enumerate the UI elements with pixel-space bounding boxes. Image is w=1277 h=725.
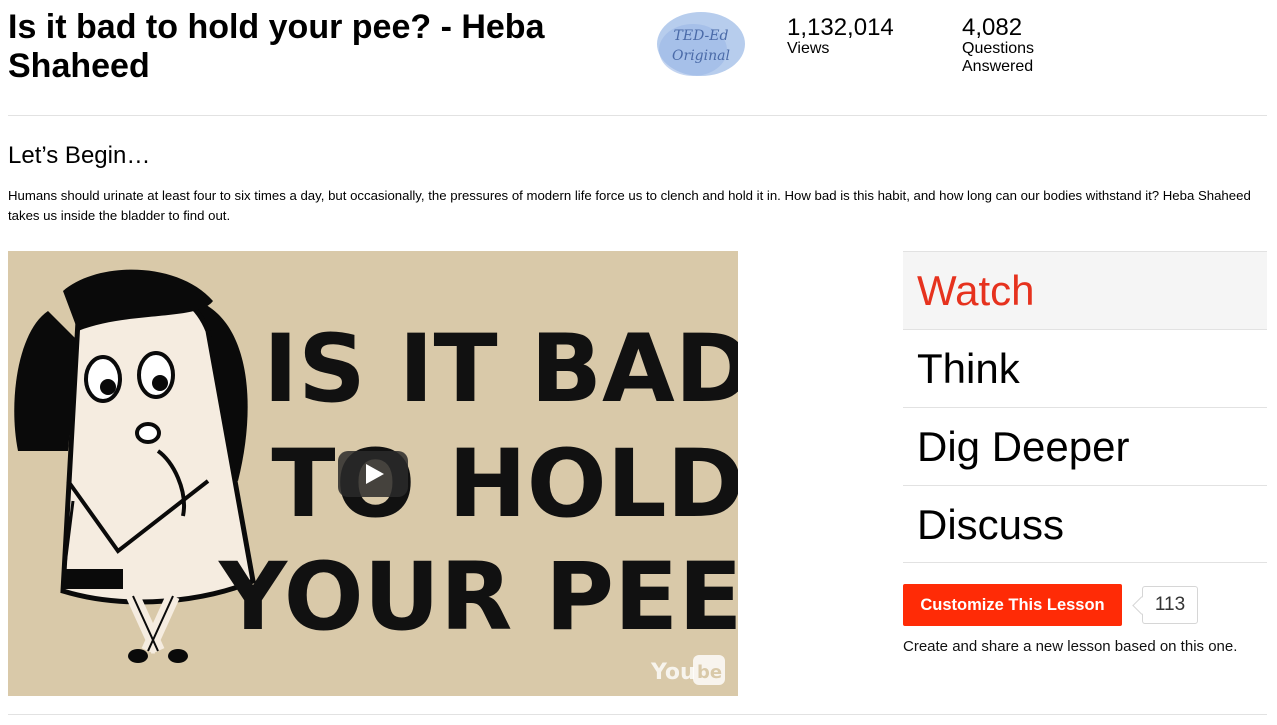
- ted-ed-original-badge: TED-Ed Original: [653, 6, 749, 82]
- views-label: Views: [787, 40, 830, 57]
- video-title-line1: IS IT BAD: [263, 315, 738, 424]
- section-heading: Let’s Begin…: [8, 142, 151, 169]
- badge-line2: Original: [672, 48, 730, 64]
- svg-text:You: You: [650, 660, 696, 685]
- lesson-tabs: Watch Think Dig Deeper Discuss: [903, 251, 1267, 563]
- svg-text:be: be: [697, 662, 722, 683]
- lesson-description: Humans should urinate at least four to s…: [8, 188, 1251, 223]
- tab-watch[interactable]: Watch: [903, 251, 1267, 329]
- customize-count-badge: 113: [1142, 586, 1198, 624]
- views-stat: 1,132,014 Views: [787, 16, 897, 58]
- play-icon[interactable]: [338, 451, 408, 497]
- questions-count: 4,082: [962, 14, 1023, 41]
- youtube-logo-icon[interactable]: You be: [650, 655, 725, 685]
- customize-lesson-button[interactable]: Customize This Lesson: [903, 584, 1122, 626]
- divider-bottom: [8, 714, 1267, 715]
- badge-line1: TED-Ed: [674, 28, 729, 44]
- divider-top: [8, 115, 1267, 116]
- views-count: 1,132,014: [787, 14, 894, 41]
- page-title: Is it bad to hold your pee? - Heba Shahe…: [8, 8, 545, 85]
- video-player[interactable]: IS IT BAD TO HOLD YOUR PEE? You be: [8, 251, 738, 696]
- customize-note: Create and share a new lesson based on t…: [903, 638, 1238, 655]
- tab-dig-deeper[interactable]: Dig Deeper: [903, 407, 1267, 485]
- tab-discuss[interactable]: Discuss: [903, 485, 1267, 563]
- questions-label: Questions Answered: [962, 40, 1035, 75]
- video-title-line3: YOUR PEE?: [218, 543, 738, 652]
- tab-think[interactable]: Think: [903, 329, 1267, 407]
- questions-stat: 4,082 Questions Answered: [962, 16, 1052, 76]
